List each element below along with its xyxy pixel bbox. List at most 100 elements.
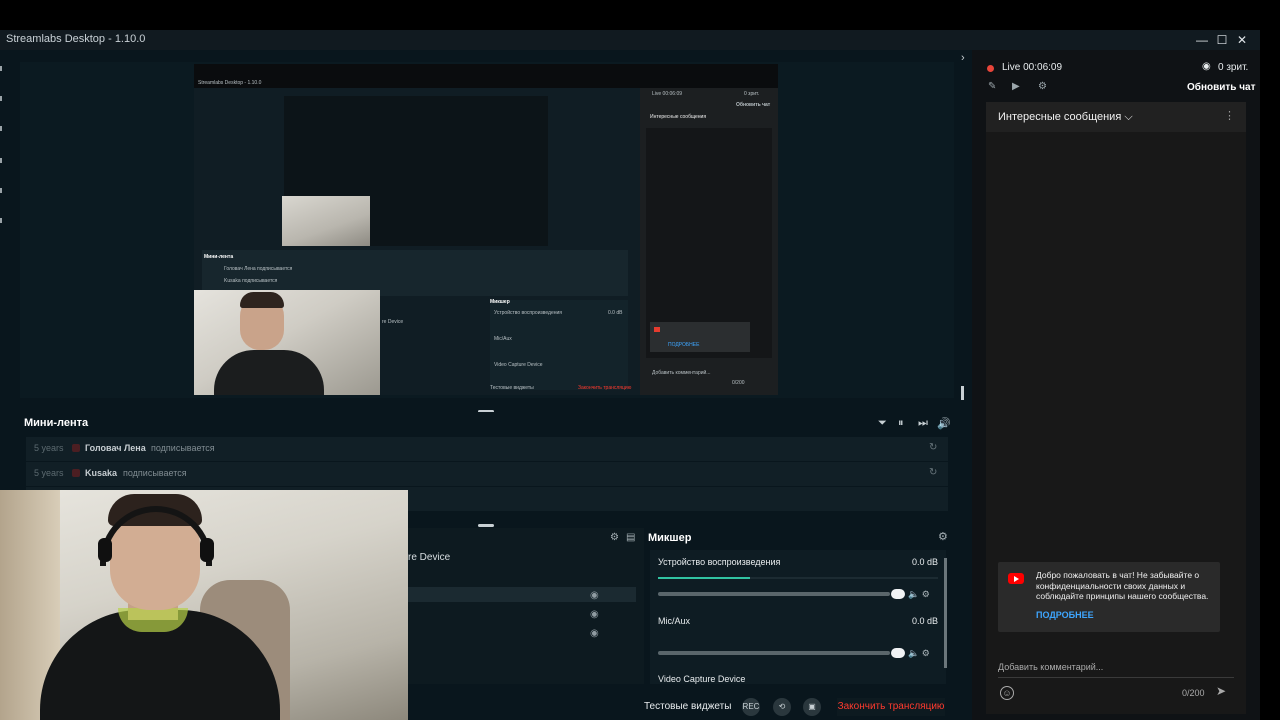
replay-icon[interactable]: ↻ <box>929 467 937 478</box>
preview-test-widgets: Тестовые виджеты <box>490 385 534 391</box>
editor-resize-handle[interactable] <box>961 386 964 400</box>
pause-icon[interactable]: ⏸ <box>898 417 904 430</box>
preview-mixer-channel: Mic/Aux <box>494 336 512 342</box>
headset-earcup <box>200 538 214 562</box>
preview-mixer-channel: Устройство воспроизведения <box>494 310 563 316</box>
volume-slider[interactable] <box>658 648 905 658</box>
skip-icon[interactable]: ⏭ <box>918 417 928 430</box>
send-icon[interactable]: ➤ <box>1216 684 1226 698</box>
preview-mixer: Микшер Устройство воспроизведения 0.0 dB… <box>490 299 628 390</box>
preview-nested-webcam <box>282 196 370 246</box>
preview-source-name: re Device <box>382 319 404 325</box>
youtube-icon <box>1008 573 1024 584</box>
webcam-overlay <box>0 490 408 720</box>
mixer-channel-name: Устройство воспроизведения <box>658 557 781 567</box>
mute-icon[interactable]: 🔈 ⚙ <box>908 589 930 600</box>
minimize-button[interactable]: — <box>1194 32 1210 48</box>
top-black-bar <box>0 0 1280 30</box>
live-indicator-icon <box>987 65 994 72</box>
mixer-channel-name: Mic/Aux <box>658 616 691 626</box>
preview-chat: Live 00:06:09 0 зрит. Обновить чат Интер… <box>640 88 778 395</box>
minifeed-age: 5 years <box>34 468 64 478</box>
preview-title: Streamlabs Desktop - 1.10.0 <box>198 80 262 86</box>
pencil-icon[interactable]: ✎ <box>988 81 996 92</box>
preview-webcam <box>194 290 380 395</box>
preview-chat-card: ПОДРОБНЕЕ <box>650 322 750 352</box>
welcome-card: Добро пожаловать в чат! Не забывайте о к… <box>998 562 1220 632</box>
maximize-button[interactable]: ☐ <box>1214 32 1230 48</box>
youtube-icon <box>72 444 80 452</box>
save-icon[interactable]: ▣ <box>803 698 821 716</box>
gear-icon[interactable]: ⚙ <box>1038 81 1047 92</box>
minifeed-age: 5 years <box>34 443 64 453</box>
minifeed-row: 5 years Kusaka подписывается ↻ <box>26 462 948 486</box>
char-count: 0/200 <box>1182 688 1205 698</box>
gear-icon[interactable]: ⚙ <box>938 530 948 543</box>
chevron-right-icon[interactable]: › <box>961 52 965 64</box>
preview-refresh: Обновить чат <box>736 102 771 108</box>
mute-icon[interactable]: 🔈 ⚙ <box>908 648 930 659</box>
replay-icon[interactable]: ↻ <box>929 442 937 453</box>
visibility-icon[interactable]: ◉ <box>590 609 599 620</box>
emoji-icon[interactable]: ☺ <box>1000 686 1014 700</box>
refresh-chat-button[interactable]: Обновить чат <box>1187 82 1256 93</box>
preview-mixer-title: Микшер <box>490 299 510 305</box>
mixer-channel-db: 0.0 dB <box>912 616 939 626</box>
end-stream-button[interactable]: Закончить трансляцию <box>837 698 945 716</box>
minifeed-action: подписывается <box>151 443 215 453</box>
preview-person-hair <box>240 292 284 308</box>
rec-button[interactable]: REC <box>742 698 760 716</box>
source-name[interactable]: re Device <box>408 552 450 563</box>
minifeed-user[interactable]: Kusaka <box>85 468 117 478</box>
mixer-channel-db: 0.0 dB <box>912 557 939 567</box>
minifeed-user[interactable]: Головач Лена <box>85 443 146 453</box>
filter-icon[interactable]: ⏷ <box>878 417 887 430</box>
volume-slider-knob[interactable] <box>891 648 905 658</box>
camera-icon[interactable]: ▶ <box>1012 81 1020 92</box>
comment-underline <box>998 677 1234 678</box>
folder-icon[interactable]: ▤ <box>626 532 635 543</box>
preview-add-comment: Добавить комментарий... <box>652 370 711 376</box>
close-button[interactable]: ✕ <box>1234 32 1250 48</box>
chat-mode-label: Интересные сообщения <box>998 111 1122 123</box>
volume-icon[interactable]: 🔊 <box>937 417 951 430</box>
mixer-channel-name: Video Capture Device <box>658 674 746 684</box>
live-timer: Live 00:06:09 <box>1002 62 1063 73</box>
source-selected-row[interactable] <box>408 587 636 602</box>
minifeed-action: подписывается <box>123 468 187 478</box>
preview-youtube-icon <box>654 327 660 332</box>
preview-mixer-channel: Video Capture Device <box>494 362 543 368</box>
volume-slider-knob[interactable] <box>891 589 905 599</box>
visibility-icon[interactable]: ◉ <box>590 590 599 601</box>
learn-more-link[interactable]: ПОДРОБНЕЕ <box>1036 610 1094 620</box>
preview-minifeed-title: Мини-лента <box>204 254 234 260</box>
preview-mixer-db: 0.0 dB <box>608 310 623 316</box>
settings-icon[interactable]: ⚙ <box>610 532 619 543</box>
eye-icon: ◉ <box>1202 61 1211 72</box>
preview-viewers: 0 зрит. <box>744 91 760 97</box>
preview-live-time: Live 00:06:09 <box>652 91 683 97</box>
resize-handle[interactable] <box>478 524 494 527</box>
youtube-icon <box>72 469 80 477</box>
mixer-panel: Микшер ⚙ Устройство воспроизведения 0.0 … <box>644 528 956 684</box>
volume-meter <box>658 577 938 579</box>
volume-slider[interactable] <box>658 589 905 599</box>
chat-header: Интересные сообщения ⌵ ⋮ <box>986 102 1246 132</box>
visibility-icon[interactable]: ◉ <box>590 628 599 639</box>
preview-minifeed-row: Kusaka подписывается <box>224 278 278 284</box>
minifeed-row: 5 years Головач Лена подписывается ↻ <box>26 437 948 461</box>
chat-window: Интересные сообщения ⌵ ⋮ Добро пожаловат… <box>986 102 1246 714</box>
viewer-count: 0 зрит. <box>1218 62 1249 73</box>
mixer-scrollbar[interactable] <box>944 558 947 668</box>
minifeed-title: Мини-лента <box>24 417 89 429</box>
right-black-strip <box>1260 30 1280 720</box>
chat-panel: Live 00:06:09 ◉ 0 зрит. ✎ ▶ ⚙ Обновить ч… <box>972 50 1260 720</box>
chat-mode-dropdown[interactable]: Интересные сообщения ⌵ <box>998 111 1133 124</box>
preview-titlebar: Streamlabs Desktop - 1.10.0 <box>194 64 778 88</box>
replay-buffer-icon[interactable]: ⟲ <box>773 698 791 716</box>
sources-panel: ⚙ ▤ re Device ◉ ◉ ◉ <box>408 528 644 684</box>
comment-input[interactable]: Добавить комментарий... <box>998 662 1210 672</box>
test-widgets-button[interactable]: Тестовые виджеты <box>644 701 731 712</box>
stream-preview[interactable]: Streamlabs Desktop - 1.10.0 Мини-лента Г… <box>194 64 778 395</box>
more-vert-icon[interactable]: ⋮ <box>1224 109 1235 122</box>
